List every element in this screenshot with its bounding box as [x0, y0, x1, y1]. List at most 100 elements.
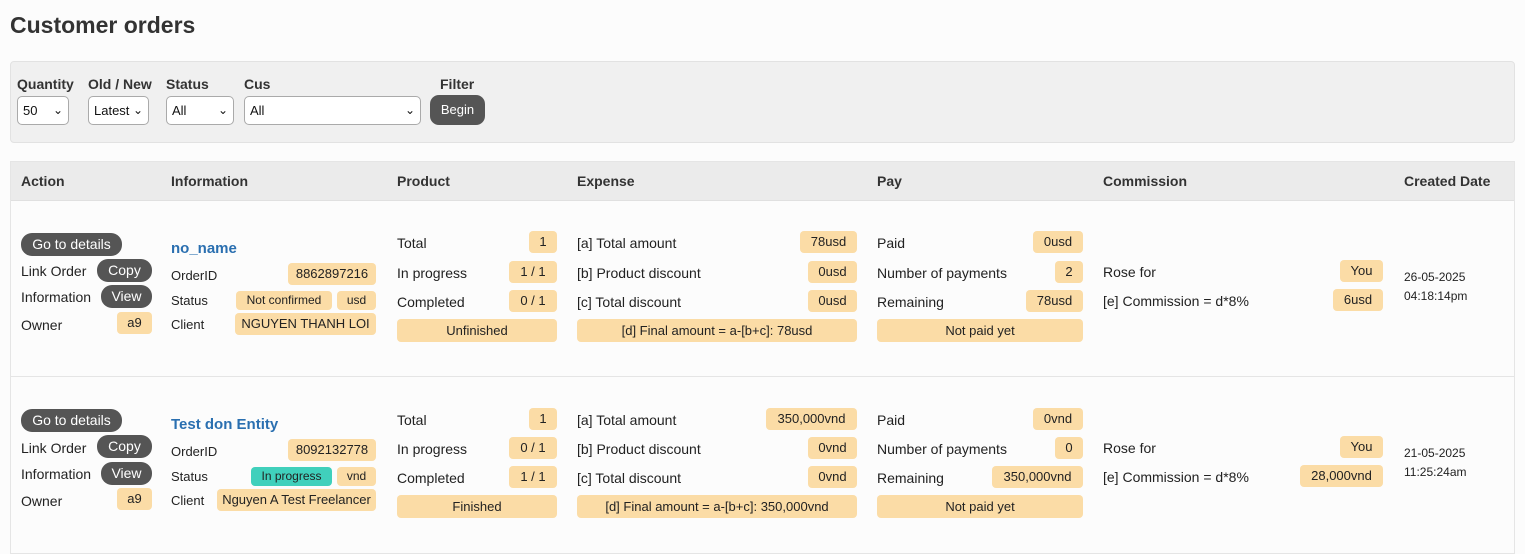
- owner-badge: a9: [117, 312, 152, 334]
- quantity-label: Quantity: [17, 76, 74, 92]
- filter-label: Filter: [440, 76, 475, 92]
- table-row: Go to details Link Order Copy Informatio…: [11, 201, 1514, 377]
- product-completed-badge: 0 / 1: [509, 290, 557, 312]
- cus-filter: Cus All ⌄: [244, 75, 421, 125]
- old-new-select[interactable]: Latest ⌄: [88, 96, 149, 125]
- information-label: Information: [21, 289, 92, 305]
- total-discount-badge: 0usd: [808, 290, 857, 312]
- product-total-badge: 1: [529, 231, 557, 253]
- order-id-badge: 8862897216: [288, 263, 376, 285]
- product-in-progress-badge: 1 / 1: [509, 261, 557, 283]
- begin-button[interactable]: Begin: [430, 95, 485, 125]
- total-discount-badge: 0vnd: [808, 466, 857, 488]
- view-button[interactable]: View: [101, 462, 152, 485]
- currency-badge: usd: [337, 291, 376, 310]
- status-select[interactable]: All ⌄: [166, 96, 234, 125]
- column-header: Product: [397, 173, 450, 189]
- num-payments-label: Number of payments: [877, 265, 1007, 281]
- order-name-link[interactable]: no_name: [171, 240, 237, 257]
- information-label: Information: [21, 466, 92, 482]
- num-payments-badge: 0: [1055, 437, 1083, 459]
- product-discount-badge: 0vnd: [808, 437, 857, 459]
- chevron-down-icon: ⌄: [52, 103, 63, 117]
- order-id-badge: 8092132778: [288, 439, 376, 461]
- rose-for-label: Rose for: [1103, 440, 1156, 456]
- commission-label: [e] Commission = d*8%: [1103, 469, 1249, 485]
- total-amount-badge: 350,000vnd: [766, 408, 857, 430]
- remaining-badge: 350,000vnd: [992, 466, 1083, 488]
- commission-badge: 28,000vnd: [1300, 465, 1383, 487]
- rose-for-label: Rose for: [1103, 264, 1156, 280]
- order-id-label: OrderID: [171, 268, 218, 283]
- order-name-link[interactable]: Test don Entity: [171, 416, 278, 433]
- product-discount-badge: 0usd: [808, 261, 857, 283]
- remaining-badge: 78usd: [1026, 290, 1083, 312]
- final-amount-bar: [d] Final amount = a-[b+c]: 78usd: [577, 319, 857, 342]
- status-filter: Status All ⌄: [166, 75, 234, 125]
- filter-panel: Quantity 50 ⌄ Old / New Latest ⌄ Status Al…: [10, 61, 1515, 143]
- paid-badge: 0vnd: [1033, 408, 1083, 430]
- product-in-progress-label: In progress: [397, 265, 468, 281]
- filter-group: Filter: [440, 75, 474, 93]
- product-discount-label: [b] Product discount: [577, 441, 701, 457]
- created-date: 21-05-2025: [1404, 446, 1466, 460]
- copy-button[interactable]: Copy: [97, 259, 152, 282]
- client-badge: Nguyen A Test Freelancer: [217, 489, 376, 511]
- owner-label: Owner: [21, 493, 63, 509]
- view-button[interactable]: View: [101, 285, 152, 308]
- quantity-select[interactable]: 50 ⌄: [17, 96, 69, 125]
- owner-label: Owner: [21, 317, 63, 333]
- client-badge: NGUYEN THANH LOI: [235, 313, 376, 335]
- page-title: Customer orders: [10, 12, 196, 38]
- chevron-down-icon: ⌄: [217, 103, 228, 117]
- old-new-filter: Old / New Latest ⌄: [88, 75, 152, 125]
- rose-for-badge: You: [1340, 436, 1383, 458]
- orders-table: Action Information Product Expense Pay C…: [10, 161, 1515, 554]
- total-discount-label: [c] Total discount: [577, 470, 682, 486]
- owner-badge: a9: [117, 488, 152, 510]
- product-completed-label: Completed: [397, 470, 465, 486]
- product-total-label: Total: [397, 235, 427, 251]
- status-label: Status: [171, 293, 208, 308]
- cus-label: Cus: [244, 76, 271, 92]
- product-in-progress-badge: 0 / 1: [509, 437, 557, 459]
- remaining-label: Remaining: [877, 470, 944, 486]
- old-new-label: Old / New: [88, 76, 152, 92]
- status-label: Status: [166, 76, 209, 92]
- num-payments-badge: 2: [1055, 261, 1083, 283]
- chevron-down-icon: ⌄: [404, 103, 415, 117]
- client-label: Client: [171, 317, 205, 332]
- product-total-label: Total: [397, 412, 427, 428]
- column-header: Commission: [1103, 173, 1188, 189]
- num-payments-label: Number of payments: [877, 441, 1007, 457]
- go-to-details-button[interactable]: Go to details: [21, 409, 122, 432]
- total-discount-label: [c] Total discount: [577, 294, 682, 310]
- order-id-label: OrderID: [171, 444, 218, 459]
- created-date: 26-05-2025: [1404, 270, 1466, 284]
- status-badge: In progress: [251, 467, 332, 486]
- table-row: Go to details Link Order Copy Informatio…: [11, 377, 1514, 554]
- product-completed-label: Completed: [397, 294, 465, 310]
- total-amount-label: [a] Total amount: [577, 235, 677, 251]
- status-badge: Not confirmed: [236, 291, 332, 310]
- table-header: Action Information Product Expense Pay C…: [11, 162, 1514, 201]
- column-header: Expense: [577, 173, 635, 189]
- pay-state-bar: Not paid yet: [877, 495, 1083, 518]
- column-header: Action: [21, 173, 65, 189]
- product-state-bar: Finished: [397, 495, 557, 518]
- commission-badge: 6usd: [1333, 289, 1383, 311]
- copy-button[interactable]: Copy: [97, 435, 152, 458]
- currency-badge: vnd: [337, 467, 376, 486]
- paid-label: Paid: [877, 235, 906, 251]
- product-in-progress-label: In progress: [397, 441, 468, 457]
- total-amount-badge: 78usd: [800, 231, 857, 253]
- go-to-details-button[interactable]: Go to details: [21, 233, 122, 256]
- total-amount-label: [a] Total amount: [577, 412, 677, 428]
- cus-select[interactable]: All ⌄: [244, 96, 421, 125]
- link-order-label: Link Order: [21, 440, 87, 456]
- paid-badge: 0usd: [1033, 231, 1083, 253]
- product-state-bar: Unfinished: [397, 319, 557, 342]
- column-header: Created Date: [1404, 173, 1491, 189]
- paid-label: Paid: [877, 412, 906, 428]
- pay-state-bar: Not paid yet: [877, 319, 1083, 342]
